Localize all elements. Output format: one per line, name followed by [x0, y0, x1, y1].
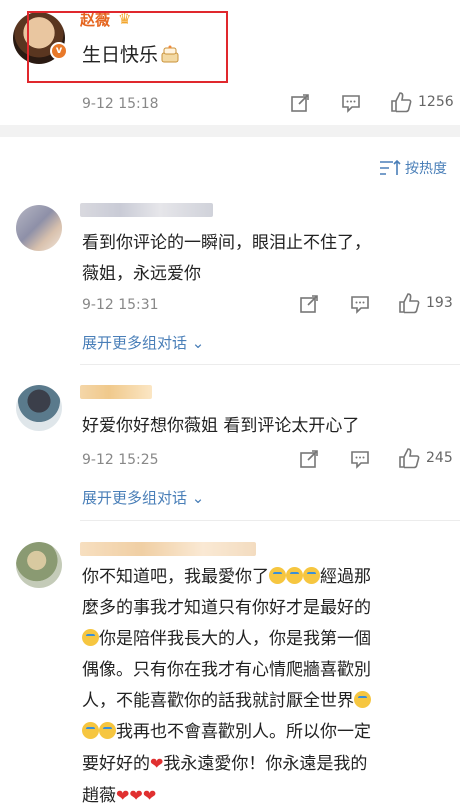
comment-text-line: 人，不能喜歡你的話我就討厭全世界 — [82, 686, 371, 717]
comment-text-segment: 你不知道吧，我最愛你了 — [82, 567, 269, 587]
heart-icon: ❤❤❤ — [116, 786, 157, 805]
expand-replies-link[interactable]: 展开更多组对话 ⌄ — [82, 487, 204, 508]
comment-text-line: 我再也不會喜歡別人。所以你一定 — [82, 717, 371, 748]
crying-emoji-icon — [286, 567, 303, 584]
comment-text-line: 你不知道吧，我最愛你了 經過那 — [82, 562, 371, 593]
repost-button[interactable] — [299, 449, 319, 469]
like-count: 245 — [426, 450, 453, 466]
comment-divider — [80, 364, 460, 365]
comment-text-segment: 經過那 — [320, 567, 371, 587]
comment-button[interactable] — [341, 93, 361, 113]
thumbs-up-icon — [391, 92, 412, 113]
comment-text-segment: 人，不能喜歡你的話我就討厭全世界 — [82, 691, 354, 711]
sort-by-hot-button[interactable]: 按热度 — [379, 158, 447, 178]
expand-replies-label: 展开更多组对话 — [82, 334, 188, 352]
comment-text-line: 看到你评论的一瞬间，眼泪止不住了， — [82, 233, 371, 253]
crying-emoji-icon — [99, 722, 116, 739]
post-timestamp: 9-12 15:18 — [82, 96, 159, 112]
repost-button[interactable] — [290, 93, 310, 113]
comment-text-segment: 我永遠愛你！你永遠是我的 — [163, 754, 368, 774]
repost-button[interactable] — [299, 294, 319, 314]
comment-text-line: 麼多的事我才知道只有你好才是最好的 — [82, 598, 371, 618]
comment-text-segment: 我再也不會喜歡別人。所以你一定 — [116, 722, 371, 742]
sort-label: 按热度 — [405, 161, 447, 177]
comment-timestamp: 9-12 15:25 — [82, 452, 159, 468]
like-count: 1256 — [418, 94, 454, 110]
crying-emoji-icon — [82, 722, 99, 739]
commenter-name-blurred[interactable] — [80, 385, 152, 399]
comment-icon — [351, 451, 369, 469]
expand-replies-label: 展开更多组对话 — [82, 489, 188, 507]
like-button[interactable]: 245 — [398, 447, 453, 469]
comment-icon — [342, 95, 360, 113]
comment-text-line: 趙薇❤❤❤ — [82, 780, 371, 809]
comment-text: 你不知道吧，我最愛你了 經過那 麼多的事我才知道只有你好才是最好的 你是陪伴我長大… — [82, 562, 371, 809]
crying-emoji-icon — [354, 691, 371, 708]
comment-text-line: 你是陪伴我長大的人，你是我第一個 — [82, 624, 371, 655]
comment-divider — [80, 520, 460, 521]
repost-icon — [300, 295, 318, 313]
chevron-down-icon: ⌄ — [187, 334, 205, 352]
crying-emoji-icon — [82, 629, 99, 646]
commenter-name-blurred[interactable] — [80, 542, 256, 556]
heart-icon: ❤ — [150, 754, 164, 773]
comment-text: 看到你评论的一瞬间，眼泪止不住了， 薇姐，永远爱你 — [82, 228, 371, 290]
section-divider — [0, 125, 460, 137]
commenter-avatar[interactable] — [16, 542, 62, 588]
comment-text-line: 要好好的❤我永遠愛你！你永遠是我的 — [82, 748, 371, 780]
crying-emoji-icon — [303, 567, 320, 584]
commenter-avatar[interactable] — [16, 385, 62, 431]
like-button[interactable]: 1256 — [390, 91, 454, 113]
repost-icon — [291, 94, 309, 112]
repost-icon — [300, 450, 318, 468]
like-count: 193 — [426, 295, 453, 311]
comment-text: 好爱你好想你薇姐 看到评论太开心了 — [82, 416, 360, 436]
comment-text-segment: 你是陪伴我長大的人，你是我第一個 — [99, 629, 371, 649]
cake-icon — [161, 45, 179, 63]
post-text: 生日快乐 — [82, 40, 180, 67]
sort-icon — [380, 159, 401, 175]
like-button[interactable]: 193 — [398, 292, 453, 314]
comment-button[interactable] — [350, 449, 370, 469]
crying-emoji-icon — [269, 567, 286, 584]
expand-replies-link[interactable]: 展开更多组对话 ⌄ — [82, 332, 204, 353]
weibo-post: v 赵薇 ♛ 生日快乐 9-12 15:18 1256 — [0, 0, 460, 125]
comment-button[interactable] — [350, 294, 370, 314]
commenter-name-blurred[interactable] — [80, 203, 213, 217]
post-text-content: 生日快乐 — [82, 44, 159, 66]
comment-text-line: 偶像。只有你在我才有心情爬牆喜歡別 — [82, 660, 371, 680]
thumbs-up-icon — [399, 293, 420, 314]
chevron-down-icon: ⌄ — [187, 489, 205, 507]
comment-text-segment: 趙薇 — [82, 786, 116, 806]
comment-text-segment: 要好好的 — [82, 754, 150, 774]
comment-icon — [351, 296, 369, 314]
thumbs-up-icon — [399, 448, 420, 469]
comment-text-line: 薇姐，永远爱你 — [82, 264, 201, 284]
comment-timestamp: 9-12 15:31 — [82, 297, 159, 313]
commenter-avatar[interactable] — [16, 205, 62, 251]
